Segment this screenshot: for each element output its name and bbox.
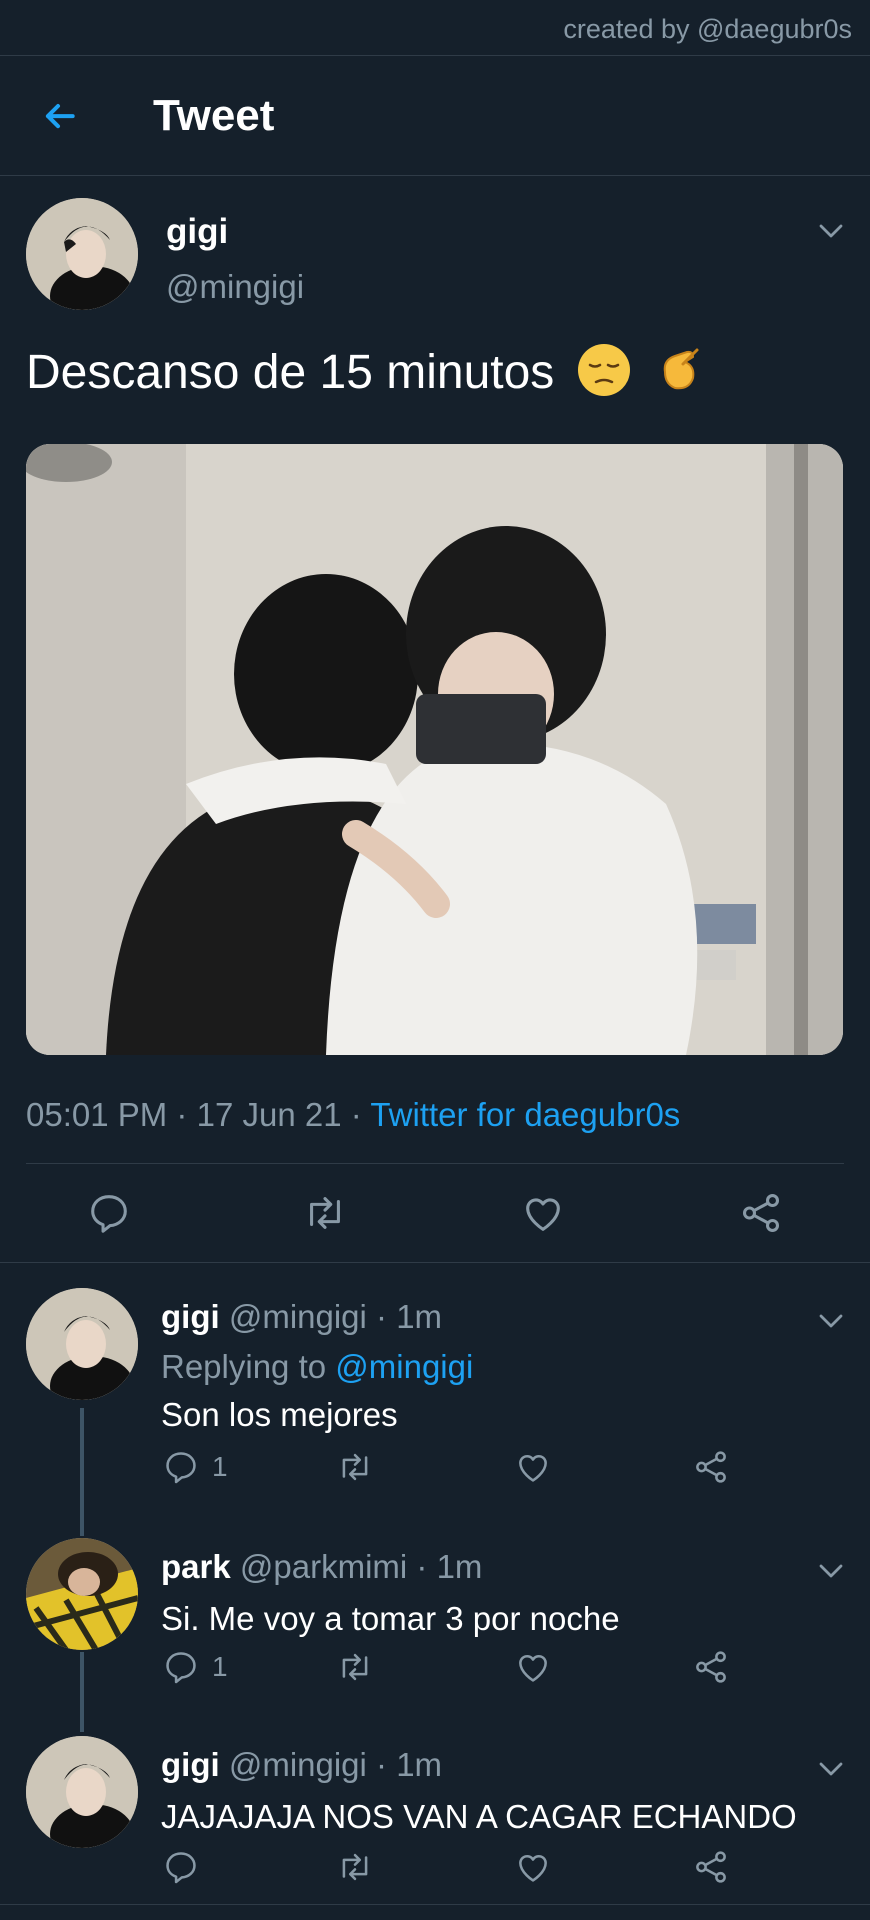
replying-to: Replying to @mingigi <box>161 1348 473 1386</box>
tweet-actions <box>0 1176 870 1266</box>
retweet-button[interactable] <box>336 1448 374 1488</box>
like-icon <box>519 1655 547 1682</box>
chevron-down-icon[interactable] <box>816 216 846 246</box>
pensive-face-emoji-icon <box>577 344 630 396</box>
share-icon[interactable] <box>738 1190 784 1236</box>
tweet-photo[interactable] <box>26 444 843 1055</box>
retweet-icon <box>342 1453 368 1481</box>
share-button[interactable] <box>692 1448 730 1488</box>
share-icon <box>696 1851 726 1883</box>
tweet-date: 17 Jun 21 <box>196 1096 342 1133</box>
display-name[interactable]: gigi <box>161 1298 220 1335</box>
reply-age: · 1m <box>416 1548 483 1585</box>
reply-actions: 1 <box>0 1448 870 1498</box>
share-icon <box>696 1651 726 1683</box>
tweet-meta: 05:01 PM · 17 Jun 21 · Twitter for daegu… <box>26 1096 680 1134</box>
retweet-button[interactable] <box>336 1848 374 1888</box>
like-icon <box>519 1455 547 1482</box>
reply-icon[interactable] <box>86 1190 132 1236</box>
reply-button[interactable] <box>162 1848 212 1888</box>
reply-icon <box>166 1652 196 1684</box>
user-handle[interactable]: @mingigi <box>229 1298 367 1335</box>
reply-button[interactable]: 1 <box>162 1448 228 1488</box>
meta-separator: · <box>176 1096 188 1133</box>
display-name[interactable]: park <box>161 1548 231 1585</box>
reply-count: 1 <box>212 1451 228 1482</box>
user-handle[interactable]: @mingigi <box>166 268 304 306</box>
meta-separator: · <box>350 1096 362 1133</box>
reply-actions: 1 <box>0 1648 870 1698</box>
chevron-down-icon[interactable] <box>816 1306 846 1336</box>
page-title: Tweet <box>153 91 275 140</box>
reply-age: · 1m <box>376 1746 443 1783</box>
reply-header: park @parkmimi · 1m <box>161 1548 482 1586</box>
retweet-icon[interactable] <box>302 1190 348 1236</box>
replying-to-link[interactable]: @mingigi <box>335 1348 473 1385</box>
replying-label: Replying to <box>161 1348 327 1385</box>
tweet-time: 05:01 PM <box>26 1096 168 1133</box>
tweet-text-content: Descanso de 15 minutos <box>26 346 555 399</box>
retweet-icon <box>342 1853 368 1881</box>
share-button[interactable] <box>692 1848 730 1888</box>
tweet-text: Descanso de 15 minutos <box>26 342 709 400</box>
reply-text: Si. Me voy a tomar 3 por noche <box>161 1600 620 1637</box>
reply-age: · 1m <box>376 1298 443 1335</box>
reply-text: Son los mejores <box>161 1396 398 1433</box>
retweet-icon <box>342 1653 368 1681</box>
back-arrow-icon[interactable] <box>36 95 80 139</box>
share-icon <box>696 1451 726 1483</box>
avatar[interactable] <box>26 1538 138 1650</box>
like-icon <box>519 1855 547 1882</box>
reply-actions <box>0 1848 870 1898</box>
avatar[interactable] <box>26 198 138 310</box>
chevron-down-icon[interactable] <box>816 1556 846 1586</box>
divider <box>0 1904 870 1905</box>
reply-button[interactable]: 1 <box>162 1648 228 1688</box>
avatar[interactable] <box>26 1288 138 1400</box>
reply-icon <box>166 1452 196 1484</box>
reply-header: gigi @mingigi · 1m <box>161 1746 442 1784</box>
user-handle[interactable]: @parkmimi <box>240 1548 407 1585</box>
divider <box>26 1163 844 1164</box>
reply-header: gigi @mingigi · 1m <box>161 1298 442 1336</box>
like-icon[interactable] <box>520 1190 566 1236</box>
pinching-hand-emoji-icon <box>663 348 699 390</box>
top-bar: Tweet <box>0 57 870 176</box>
like-button[interactable] <box>514 1648 552 1688</box>
user-handle[interactable]: @mingigi <box>229 1746 367 1783</box>
reply-icon <box>166 1852 196 1884</box>
divider <box>0 1262 870 1263</box>
display-name[interactable]: gigi <box>161 1746 220 1783</box>
chevron-down-icon[interactable] <box>816 1754 846 1784</box>
watermark-credit: created by @daegubr0s <box>0 0 870 56</box>
like-button[interactable] <box>514 1848 552 1888</box>
tweet-source-link[interactable]: Twitter for daegubr0s <box>370 1096 680 1133</box>
reply-count: 1 <box>212 1651 228 1682</box>
avatar[interactable] <box>26 1736 138 1848</box>
display-name[interactable]: gigi <box>166 212 228 252</box>
reply-text: JAJAJAJA NOS VAN A CAGAR ECHANDO <box>161 1798 797 1835</box>
retweet-button[interactable] <box>336 1648 374 1688</box>
like-button[interactable] <box>514 1448 552 1488</box>
share-button[interactable] <box>692 1648 730 1688</box>
